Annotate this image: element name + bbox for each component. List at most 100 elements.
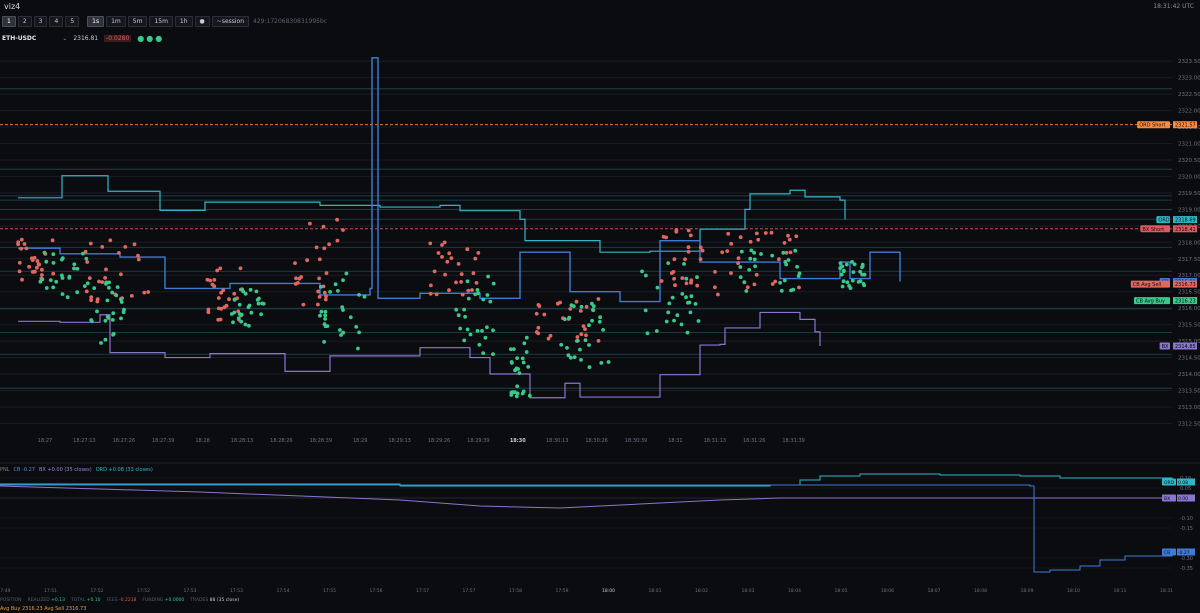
- x-tick-label: 18:30:26: [585, 438, 607, 444]
- sell-fill-dot: [129, 294, 134, 298]
- buy-fill-dot: [655, 285, 660, 290]
- pnl-x-tick-label: 18:03: [742, 588, 755, 594]
- buy-fill-dot: [114, 293, 119, 298]
- buy-fill-dot: [684, 276, 689, 281]
- pnl-y-tick-label: -0.10: [1180, 516, 1193, 522]
- buy-fill-dot: [486, 274, 490, 279]
- buy-fill-dot: [243, 322, 248, 327]
- pnl-label-name: ORD: [1164, 480, 1175, 486]
- buy-fill-dot: [105, 314, 110, 319]
- sell-fill-dot: [659, 279, 664, 283]
- y-tick-label: 2317.50: [1178, 257, 1200, 263]
- pnl-chart[interactable]: 0.100.050.00-0.10-0.15-0.30-0.3517:4917:…: [0, 470, 1200, 600]
- pnl-x-tick-label: 18:07: [928, 588, 941, 594]
- buy-fill-dot: [515, 356, 519, 360]
- buy-fill-dot: [578, 347, 582, 352]
- buy-fill-dot: [466, 296, 471, 301]
- buy-fill-dot: [75, 266, 80, 271]
- sell-fill-dot: [579, 332, 584, 337]
- sell-fill-dot: [672, 276, 676, 281]
- sell-fill-dot: [674, 228, 679, 232]
- sell-fill-dot: [470, 288, 474, 292]
- pnl-x-tick-label: 17:58: [509, 588, 522, 594]
- x-tick-label: 18:31:39: [782, 438, 804, 444]
- buy-fill-dot: [679, 322, 684, 327]
- sell-fill-dot: [19, 246, 23, 251]
- buy-fill-dot: [752, 257, 757, 262]
- sell-fill-dot: [132, 242, 137, 247]
- sell-fill-dot: [24, 246, 29, 251]
- sell-fill-dot: [316, 289, 320, 294]
- buy-fill-dot: [477, 342, 482, 347]
- buy-fill-dot: [579, 304, 584, 309]
- buy-fill-dot: [261, 301, 266, 306]
- buy-fill-dot: [84, 256, 89, 261]
- buy-fill-dot: [246, 305, 251, 309]
- buy-fill-dot: [333, 282, 338, 287]
- buy-fill-dot: [491, 352, 495, 356]
- buy-fill-dot: [778, 280, 782, 285]
- buy-fill-dot: [527, 393, 532, 398]
- price-chart[interactable]: 2323.502323.002322.502322.002321.502321.…: [0, 0, 1200, 465]
- price-label-ord-short: ORD Short 2321.57: [1137, 121, 1197, 129]
- buy-fill-dot: [110, 290, 115, 295]
- stat-funding: FUNDING +0.0000: [142, 598, 185, 603]
- buy-fill-dot: [103, 337, 108, 342]
- buy-fill-dot: [587, 365, 592, 370]
- sell-fill-dot: [581, 324, 586, 328]
- buy-fill-dot: [480, 329, 484, 333]
- buy-fill-dot: [575, 338, 580, 343]
- sell-fill-dot: [794, 234, 799, 239]
- price-label-name: CB Avg Sell: [1133, 282, 1161, 288]
- sell-fill-dot: [103, 276, 107, 280]
- sell-fill-dot: [84, 289, 89, 294]
- buy-fill-dot: [42, 250, 47, 255]
- buy-fill-dot: [597, 319, 602, 324]
- sell-fill-dot: [459, 272, 464, 276]
- buy-fill-dot: [328, 290, 332, 294]
- price-label-name: ORD: [1158, 218, 1169, 224]
- sell-fill-dot: [316, 302, 320, 307]
- sell-fill-dot: [227, 297, 231, 302]
- buy-fill-dot: [640, 269, 644, 274]
- pnl-y-tick-label: -0.15: [1180, 526, 1193, 532]
- buy-fill-dot: [82, 284, 87, 288]
- sell-fill-dot: [459, 280, 463, 284]
- buy-fill-dot: [565, 346, 569, 350]
- buy-fill-dot: [783, 260, 788, 264]
- buy-fill-dot: [465, 279, 470, 284]
- buy-fill-dot: [748, 256, 753, 261]
- buy-fill-dot: [338, 328, 342, 332]
- buy-fill-dot: [92, 286, 97, 290]
- sell-fill-dot: [293, 261, 297, 265]
- x-tick-label: 18:28: [195, 438, 209, 444]
- sell-fill-dot: [769, 230, 774, 235]
- pnl-label-bx: BX 0.00: [1162, 494, 1195, 502]
- sell-fill-dot: [698, 245, 703, 250]
- buy-fill-dot: [672, 318, 676, 323]
- y-tick-label: 2319.50: [1178, 191, 1200, 197]
- x-tick-label: 18:28:39: [310, 438, 332, 444]
- sell-fill-dot: [16, 240, 21, 245]
- sell-fill-dot: [22, 242, 27, 246]
- sell-fill-dot: [787, 237, 792, 242]
- buy-fill-dot: [695, 275, 699, 280]
- buy-fill-dot: [566, 353, 571, 358]
- buy-fill-dot: [795, 264, 799, 269]
- sell-fill-dot: [51, 271, 56, 276]
- sell-fill-dot: [37, 262, 41, 267]
- buy-fill-dot: [318, 285, 323, 289]
- buy-fill-dot: [259, 312, 263, 317]
- pnl-x-tick-label: 17:57: [463, 588, 476, 594]
- buy-fill-dot: [229, 312, 234, 316]
- sell-fill-dot: [756, 237, 761, 242]
- sell-fill-dot: [436, 251, 441, 255]
- buy-fill-dot: [340, 305, 345, 310]
- buy-fill-dot: [95, 309, 99, 314]
- buy-fill-dot: [850, 278, 855, 283]
- x-tick-label: 18:30:39: [625, 438, 647, 444]
- sell-fill-dot: [537, 304, 542, 308]
- buy-fill-dot: [75, 290, 80, 295]
- sell-fill-dot: [689, 280, 693, 285]
- pnl-bx-line: [0, 485, 1172, 509]
